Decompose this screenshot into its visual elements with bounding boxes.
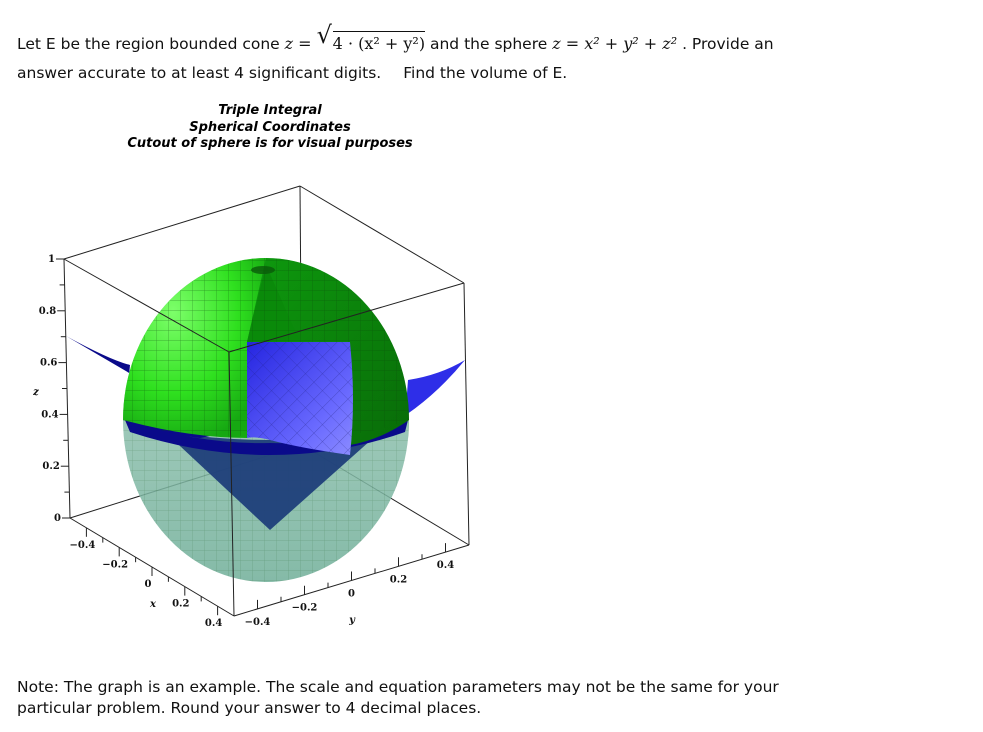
figure-title: Triple Integral Spherical Coordinates Cu… — [120, 103, 420, 153]
question-middle-text: and the sphere — [425, 35, 553, 53]
y-axis-label: y — [348, 615, 356, 626]
y-tick-label: 0.4 — [437, 560, 454, 571]
z-tick-label: 0.4 — [41, 409, 58, 420]
cone-equation: z = √ 4 · (x² + y²) — [284, 21, 426, 54]
z-tick-label: 1 — [48, 254, 55, 265]
y-tick-label: −0.4 — [245, 617, 271, 628]
x-tick-label: 0.4 — [205, 618, 222, 629]
box-edge — [63, 185, 301, 260]
note: Note: The graph is an example. The scale… — [17, 677, 779, 719]
z-tick-label: 0.8 — [39, 306, 56, 317]
sphere-pole — [251, 266, 275, 274]
x-tick-label: −0.2 — [102, 559, 128, 570]
z-axis-label: z — [32, 387, 39, 398]
sphere-equation: z = x² + y² + z² — [552, 34, 678, 53]
z-tick-label: 0.2 — [42, 461, 59, 472]
3d-plot: 0 0.2 0.4 0.6 0.8 1 z −0.4 −0.2 0 0.2 0.4 x −0.4 −0.2 0… — [32, 185, 470, 629]
question-suffix-text: . Provide an — [677, 35, 774, 53]
task-instruction: Find the volume of E. — [403, 64, 568, 82]
x-tick-label: 0.2 — [172, 599, 189, 610]
radicand: 4 · (x² + y²) — [332, 31, 426, 54]
y-tick-label: 0.2 — [390, 574, 407, 585]
figure-title-line: Spherical Coordinates — [189, 119, 351, 135]
question-line-1: Let E be the region bounded cone z = √ 4 … — [17, 21, 774, 55]
figure-title-line: Cutout of sphere is for visual purposes — [127, 136, 413, 151]
question-line-2: answer accurate to at least 4 significan… — [17, 63, 567, 84]
z-tick-label: 0 — [54, 513, 61, 524]
x-tick-label: 0 — [145, 579, 152, 590]
y-tick-label: −0.2 — [292, 603, 318, 614]
figure-title-line: Triple Integral — [218, 103, 322, 118]
question-intro-text: Let E be the region bounded cone — [17, 35, 285, 53]
cutout-mesh — [247, 342, 353, 455]
square-root: √ 4 · (x² + y²) — [317, 23, 426, 54]
z-tick-label: 0.6 — [40, 358, 57, 369]
box-edge — [463, 282, 470, 546]
x-tick-label: −0.4 — [70, 540, 96, 551]
accuracy-instruction: answer accurate to at least 4 significan… — [17, 64, 382, 82]
radical-sign-icon: √ — [316, 21, 332, 49]
note-line-1: Note: The graph is an example. The scale… — [17, 678, 779, 696]
note-line-2: particular problem. Round your answer to… — [17, 699, 482, 717]
x-axis-label: x — [149, 599, 157, 610]
y-tick-label: 0 — [348, 589, 355, 600]
box-edge — [299, 185, 465, 284]
